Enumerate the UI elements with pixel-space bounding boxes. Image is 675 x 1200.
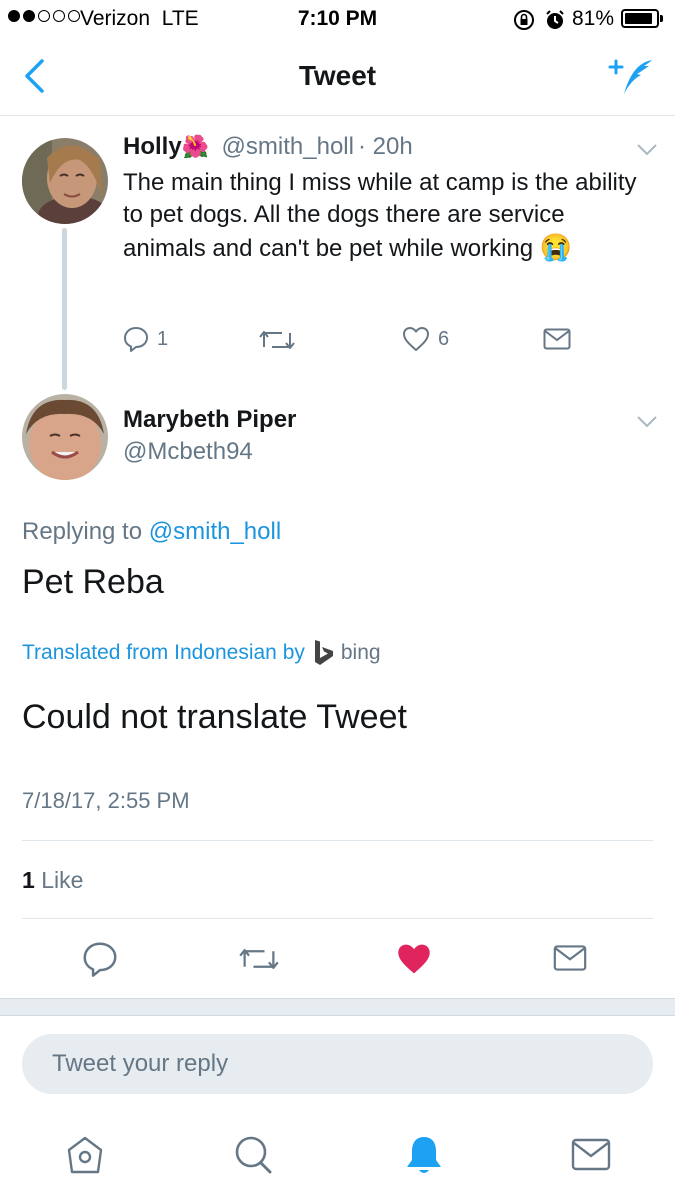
thread-connector [62,228,67,390]
alarm-icon [544,9,566,31]
retweet-icon[interactable] [238,944,280,974]
reply-icon [123,326,149,352]
translated-label[interactable]: Translated from Indonesian by [22,641,305,665]
bing-label: bing [340,641,381,664]
avatar[interactable] [22,138,108,224]
like-action[interactable]: 6 [402,326,449,352]
user-handle[interactable]: @smith_holl [222,133,354,160]
heart-outline-icon [402,326,430,352]
page-title: Tweet [298,60,377,91]
retweet-icon[interactable] [258,327,296,353]
likes-summary[interactable]: 1 Like [22,867,83,894]
likes-label: Like [41,867,84,893]
notifications-icon[interactable] [404,1134,444,1176]
tab-bar [0,1112,675,1200]
direct-message-icon[interactable] [543,328,571,350]
divider [22,918,653,919]
divider [22,840,653,841]
translation-attribution: Translated from Indonesian by bing [22,639,381,667]
avatar[interactable] [22,394,108,480]
battery-percent: 81% [572,7,615,30]
search-icon[interactable] [234,1134,274,1176]
tweet-text: Pet Reba [22,563,164,601]
translation-text: Could not translate Tweet [22,698,407,736]
user-handle[interactable]: @Mcbeth94 [123,438,253,466]
heart-filled-icon[interactable] [395,942,433,976]
replying-to-link[interactable]: @smith_holl [149,518,281,545]
battery-icon [621,9,663,28]
bing-logo-icon [313,639,335,667]
reply-icon[interactable] [82,941,118,977]
section-divider [0,998,675,1016]
tweet-timestamp: 7/18/17, 2:55 PM [22,788,190,813]
chevron-down-icon[interactable] [636,415,658,429]
direct-message-icon[interactable] [553,944,587,972]
reply-count: 1 [157,327,169,350]
user-name[interactable]: Holly [123,133,182,160]
orientation-lock-icon [513,9,535,31]
user-name[interactable]: Marybeth Piper [123,406,296,434]
nav-bar: Tweet [0,38,675,116]
compose-tweet-icon[interactable] [606,56,656,98]
home-icon[interactable] [65,1134,105,1176]
reply-input[interactable] [22,1034,653,1094]
tweet-age: · 20h [357,133,413,160]
liked-heart [398,944,430,974]
hibiscus-emoji: 🌺 [181,134,210,159]
parent-tweet-text: The main thing I miss while at camp is t… [123,169,637,262]
reply-action[interactable]: 1 [123,326,168,352]
chevron-down-icon[interactable] [636,143,658,157]
parent-tweet-header: Holly🌺 @smith_holl · 20h [123,133,413,161]
likes-count: 1 [22,867,35,893]
replying-to: Replying to @smith_holl [22,518,282,545]
like-count: 6 [438,327,450,350]
crying-emoji: 😭 [539,232,573,262]
status-bar: Verizon LTE 7:10 PM 81% [0,0,675,38]
messages-icon[interactable] [571,1138,611,1172]
